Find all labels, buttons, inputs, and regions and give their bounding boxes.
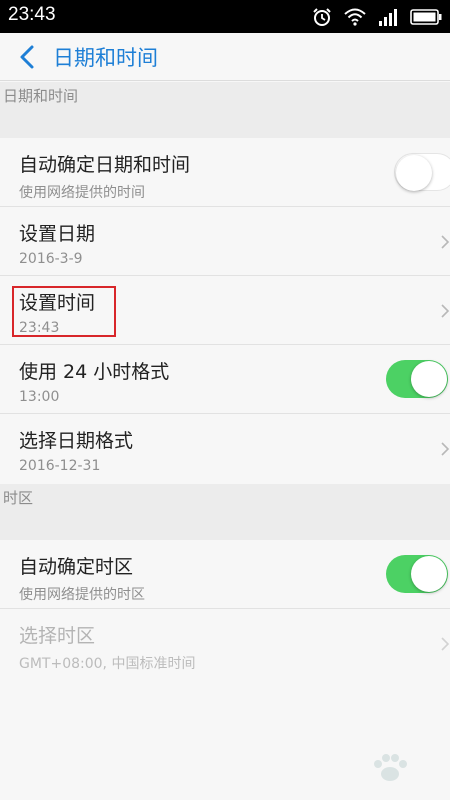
set-date-row[interactable]: 设置日期 2016-3-9: [0, 207, 450, 276]
row-title: 设置时间: [19, 292, 96, 314]
auto-timezone-row[interactable]: 自动确定时区 使用网络提供的时区: [0, 540, 450, 609]
select-timezone-row[interactable]: 选择时区 GMT+08:00, 中国标准时间: [0, 609, 450, 678]
section-label: 日期和时间: [3, 87, 79, 105]
row-subtitle: 2016-12-31: [19, 458, 101, 474]
use-24h-toggle[interactable]: [386, 360, 448, 398]
status-icons: [312, 6, 442, 28]
signal-icon: [379, 9, 397, 26]
status-bar: 23:43: [0, 0, 450, 33]
section-label: 时区: [3, 489, 34, 507]
toggle-knob: [411, 361, 447, 397]
toggle-knob: [396, 155, 432, 191]
toggle-knob: [411, 556, 447, 592]
alarm-icon: [313, 8, 331, 26]
row-subtitle: 使用网络提供的时区: [19, 587, 145, 603]
row-subtitle: 13:00: [19, 389, 60, 405]
wifi-icon: [344, 8, 366, 26]
row-title: 自动确定时区: [19, 556, 134, 578]
section-header-timezone: 时区: [0, 484, 450, 540]
status-time: 23:43: [8, 4, 56, 25]
top-app-bar: 日期和时间: [0, 33, 450, 81]
row-subtitle: 2016-3-9: [19, 251, 83, 267]
chevron-right-icon: [441, 442, 450, 456]
row-title: 自动确定日期和时间: [19, 154, 191, 176]
row-title: 设置日期: [19, 223, 96, 245]
chevron-right-icon: [441, 304, 450, 318]
page-title: 日期和时间: [53, 46, 158, 70]
auto-datetime-toggle[interactable]: [394, 153, 450, 191]
row-subtitle: 23:43: [19, 320, 60, 336]
row-subtitle: GMT+08:00, 中国标准时间: [19, 656, 196, 672]
auto-datetime-row[interactable]: 自动确定日期和时间 使用网络提供的时间: [0, 138, 450, 207]
chevron-right-icon: [441, 235, 450, 249]
date-format-row[interactable]: 选择日期格式 2016-12-31: [0, 414, 450, 483]
use-24h-row[interactable]: 使用 24 小时格式 13:00: [0, 345, 450, 414]
chevron-left-icon[interactable]: [14, 43, 42, 71]
section-header-date-time: 日期和时间: [0, 82, 450, 138]
row-subtitle: 使用网络提供的时间: [19, 185, 145, 201]
battery-icon: [410, 9, 442, 25]
auto-timezone-toggle[interactable]: [386, 555, 448, 593]
row-title: 选择日期格式: [19, 430, 134, 452]
watermark-logo: [374, 754, 407, 781]
row-title: 使用 24 小时格式: [19, 361, 170, 383]
chevron-right-icon: [441, 637, 450, 651]
set-time-row[interactable]: 设置时间 23:43: [0, 276, 450, 345]
row-title: 选择时区: [19, 625, 96, 647]
